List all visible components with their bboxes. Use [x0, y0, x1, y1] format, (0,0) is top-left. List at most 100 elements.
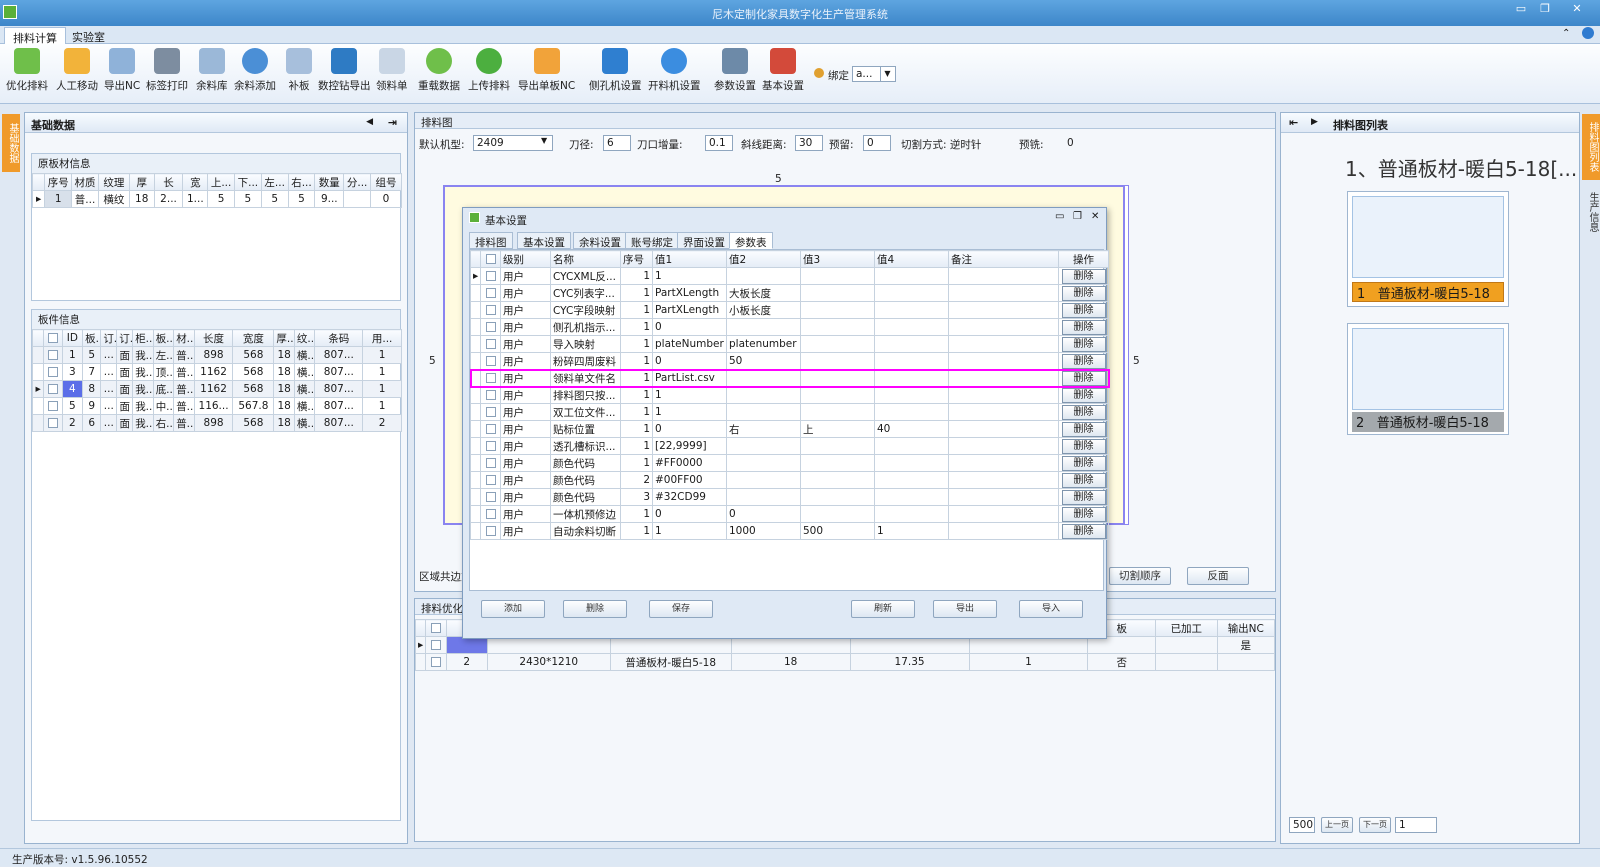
- delete-button[interactable]: 删除: [563, 600, 627, 618]
- incr-input[interactable]: 0.1: [705, 135, 733, 151]
- table-cell[interactable]: 用户: [500, 301, 551, 319]
- material-list-button[interactable]: 领料单: [376, 48, 408, 93]
- table-cell[interactable]: 自动余料切断: [550, 522, 621, 540]
- table-cell[interactable]: [726, 488, 801, 506]
- save-button[interactable]: 保存: [649, 600, 713, 618]
- table-cell[interactable]: 1: [620, 284, 653, 302]
- select-all-checkbox[interactable]: [485, 254, 496, 264]
- param-col-header[interactable]: 值3: [800, 250, 875, 268]
- row-delete-button[interactable]: 删除: [1061, 404, 1106, 420]
- table-cell[interactable]: #32CD99: [652, 488, 727, 506]
- table-row[interactable]: 5 9... 面我.. 中.. 普.. 116... 567.8 18 横.. 807... 1: [31, 397, 402, 415]
- param-col-header[interactable]: 值4: [874, 250, 949, 268]
- pin-left-icon[interactable]: ◀: [366, 117, 373, 127]
- raw-col-header[interactable]: 长: [153, 173, 184, 191]
- row-delete-button[interactable]: 删除: [1061, 506, 1106, 522]
- add-button[interactable]: 添加: [481, 600, 545, 618]
- table-cell[interactable]: [874, 403, 949, 421]
- param-col-header[interactable]: 值1: [652, 250, 727, 268]
- table-cell[interactable]: 用户: [500, 352, 551, 370]
- parts-col-header[interactable]: 纹..: [293, 329, 316, 347]
- table-cell[interactable]: [800, 386, 875, 404]
- table-row[interactable]: 用户 CYC列表字... 1 PartXLength 大板长度 删除: [470, 284, 1109, 302]
- table-cell[interactable]: 1: [620, 267, 653, 285]
- next-page-button[interactable]: 下一页: [1359, 817, 1391, 833]
- basic-settings-button[interactable]: 基本设置: [762, 48, 804, 93]
- row-delete-button[interactable]: 删除: [1061, 268, 1106, 284]
- table-row[interactable]: 2 6... 面我.. 右.. 普.. 898 568 18 横.. 807... 2: [31, 414, 402, 432]
- parts-col-header[interactable]: 宽度: [232, 329, 275, 347]
- table-cell[interactable]: [874, 386, 949, 404]
- collapse-ribbon-icon[interactable]: ⌃: [1562, 28, 1570, 39]
- table-cell[interactable]: PartXLength: [652, 284, 727, 302]
- table-row[interactable]: 用户 粉碎四周废料 1 0 50 删除: [470, 352, 1109, 370]
- parts-col-header[interactable]: 条码: [314, 329, 364, 347]
- param-col-header[interactable]: 备注: [948, 250, 1059, 268]
- expand-icon[interactable]: ▶: [1311, 117, 1318, 127]
- raw-col-header[interactable]: 左...: [260, 173, 289, 191]
- remnant-add-button[interactable]: 余料添加: [234, 48, 276, 93]
- row-checkbox[interactable]: [485, 390, 496, 400]
- table-cell[interactable]: 用户: [500, 420, 551, 438]
- raw-col-header[interactable]: 下...: [233, 173, 262, 191]
- table-cell[interactable]: 1: [620, 420, 653, 438]
- parts-col-header[interactable]: 订..: [116, 329, 134, 347]
- param-settings-button[interactable]: 参数设置: [714, 48, 756, 93]
- tab-layout-calc[interactable]: 排料计算: [4, 27, 66, 45]
- param-col-header[interactable]: 操作: [1058, 250, 1109, 268]
- table-cell[interactable]: plateNumber: [652, 335, 727, 353]
- help-icon[interactable]: [1582, 27, 1594, 39]
- dtab-param-table[interactable]: 参数表: [729, 232, 773, 249]
- import-button[interactable]: 导入: [1019, 600, 1083, 618]
- table-cell[interactable]: 用户: [500, 318, 551, 336]
- page-size-input[interactable]: 500: [1289, 817, 1315, 833]
- table-cell[interactable]: [800, 301, 875, 319]
- table-cell[interactable]: [948, 284, 1059, 302]
- maximize-button[interactable]: ❐: [1534, 2, 1556, 16]
- raw-col-header[interactable]: 组号: [370, 173, 402, 191]
- select-all-checkbox[interactable]: [431, 623, 441, 633]
- table-cell[interactable]: 用户: [500, 284, 551, 302]
- patch-board-button[interactable]: 补板: [286, 48, 312, 93]
- export-nc-button[interactable]: 导出NC: [104, 48, 140, 93]
- row-checkbox[interactable]: [485, 526, 496, 536]
- side-drill-settings-button[interactable]: 侧孔机设置: [589, 48, 642, 93]
- table-cell[interactable]: 1: [620, 301, 653, 319]
- row-delete-button[interactable]: 删除: [1061, 302, 1106, 318]
- reserve-input[interactable]: 0: [863, 135, 891, 151]
- table-cell[interactable]: [726, 369, 801, 387]
- refresh-button[interactable]: 刷新: [851, 600, 915, 618]
- table-cell[interactable]: 1: [620, 522, 653, 540]
- table-cell[interactable]: 双工位文件...: [550, 403, 621, 421]
- table-cell[interactable]: 40: [874, 420, 949, 438]
- raw-col-header[interactable]: 材质: [71, 173, 99, 191]
- minimize-button[interactable]: ▭: [1510, 2, 1532, 16]
- table-cell[interactable]: [948, 505, 1059, 523]
- raw-col-header[interactable]: 分...: [343, 173, 372, 191]
- table-cell[interactable]: [800, 318, 875, 336]
- raw-col-header[interactable]: 厚: [128, 173, 155, 191]
- table-row[interactable]: ▸ 1 普... 横纹 18 2... 1... 5 5 5 5 9... 0: [31, 190, 402, 208]
- table-cell[interactable]: [948, 267, 1059, 285]
- table-cell[interactable]: [874, 454, 949, 472]
- table-cell[interactable]: 用户: [500, 403, 551, 421]
- raw-col-header[interactable]: 右...: [287, 173, 316, 191]
- upload-layout-button[interactable]: 上传排料: [468, 48, 510, 93]
- row-checkbox[interactable]: [47, 418, 58, 428]
- row-checkbox[interactable]: [485, 373, 496, 383]
- table-cell[interactable]: [874, 267, 949, 285]
- table-cell[interactable]: [874, 301, 949, 319]
- dialog-close-button[interactable]: ✕: [1091, 211, 1099, 222]
- table-cell[interactable]: [726, 318, 801, 336]
- table-cell[interactable]: 大板长度: [726, 284, 801, 302]
- table-cell[interactable]: [874, 352, 949, 370]
- raw-col-header[interactable]: 序号: [44, 173, 73, 191]
- table-cell[interactable]: [800, 369, 875, 387]
- table-cell[interactable]: 0: [652, 420, 727, 438]
- row-checkbox[interactable]: [47, 350, 58, 360]
- table-cell[interactable]: 贴标位置: [550, 420, 621, 438]
- export-button[interactable]: 导出: [933, 600, 997, 618]
- table-row[interactable]: 2 2430*1210 普通板材-暖白5-18 18 17.35 1 否: [414, 653, 1276, 671]
- result-col-header[interactable]: 已加工: [1155, 619, 1218, 637]
- table-cell[interactable]: [874, 369, 949, 387]
